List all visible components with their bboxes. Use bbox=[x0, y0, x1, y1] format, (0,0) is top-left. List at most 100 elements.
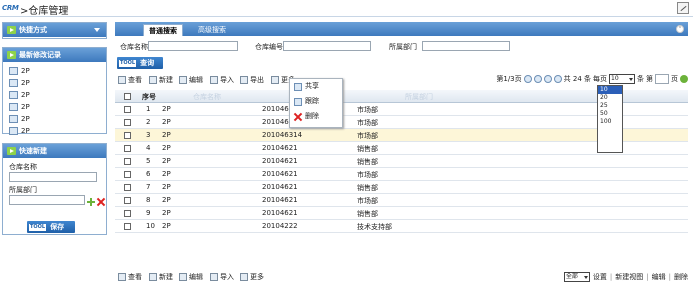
edit-view-link[interactable]: 编辑 bbox=[652, 272, 666, 282]
bottom-edit-button[interactable]: 编辑 bbox=[179, 272, 203, 282]
row-checkbox[interactable] bbox=[124, 145, 131, 152]
row-name[interactable]: 2P bbox=[162, 196, 171, 204]
separator: | bbox=[609, 273, 613, 281]
recent-item[interactable]: 2P bbox=[9, 65, 106, 77]
page-info: 第1/3页 bbox=[496, 75, 522, 83]
import-button[interactable]: 导入 bbox=[210, 75, 234, 85]
row-checkbox[interactable] bbox=[124, 171, 131, 178]
dept-input[interactable] bbox=[9, 195, 85, 205]
query-button[interactable]: TOOL 查询 bbox=[117, 57, 163, 69]
menu-item-track[interactable]: 跟踪 bbox=[290, 94, 342, 109]
bottom-import-button[interactable]: 导入 bbox=[210, 272, 234, 282]
search-dept-input[interactable] bbox=[422, 41, 510, 51]
row-name[interactable]: 2P bbox=[162, 118, 171, 126]
clear-icon[interactable] bbox=[97, 198, 105, 206]
table-row[interactable]: 5 2P 20104621 销售部 bbox=[115, 155, 688, 168]
per-page-option[interactable]: 10 bbox=[598, 86, 622, 94]
table-row[interactable]: 6 2P 20104621 市场部 bbox=[115, 168, 688, 181]
tab-advanced-search[interactable]: 高级搜索 bbox=[193, 24, 231, 36]
view-button[interactable]: 查看 bbox=[118, 75, 142, 85]
recent-item[interactable]: 2P bbox=[9, 113, 106, 125]
table-row[interactable]: 9 2P 20104621 销售部 bbox=[115, 207, 688, 220]
recent-item-label: 2P bbox=[21, 79, 30, 87]
bottom-more-button[interactable]: 更多 bbox=[240, 272, 264, 282]
prev-page-icon[interactable] bbox=[533, 75, 542, 83]
recent-item[interactable]: 2P bbox=[9, 77, 106, 89]
table-row[interactable]: 10 2P 20104222 技术支持部 bbox=[115, 220, 688, 233]
bottom-view-button[interactable]: 查看 bbox=[118, 272, 142, 282]
row-name[interactable]: 2P bbox=[162, 131, 171, 139]
header-index: 序号 bbox=[142, 93, 156, 101]
settings-link[interactable]: 设置 bbox=[593, 272, 607, 282]
row-dept: 市场部 bbox=[357, 197, 378, 205]
row-index: 9 bbox=[146, 209, 151, 217]
chevron-down-icon[interactable] bbox=[94, 28, 100, 32]
export-button[interactable]: 导出 bbox=[240, 75, 264, 85]
row-checkbox[interactable] bbox=[124, 106, 131, 113]
row-dept: 市场部 bbox=[357, 132, 378, 140]
save-button[interactable]: TOOL 保存 bbox=[27, 221, 75, 233]
add-icon[interactable] bbox=[87, 197, 95, 206]
search-code-input[interactable] bbox=[283, 41, 371, 51]
row-index: 5 bbox=[146, 157, 151, 165]
table-row[interactable]: 7 2P 20104621 销售部 bbox=[115, 181, 688, 194]
row-checkbox[interactable] bbox=[124, 210, 131, 217]
row-dept: 销售部 bbox=[357, 145, 378, 153]
collapse-icon[interactable]: ⌃ bbox=[676, 25, 684, 33]
per-page-unit: 条 bbox=[637, 75, 644, 83]
last-page-icon[interactable] bbox=[553, 75, 562, 83]
first-page-icon[interactable] bbox=[523, 75, 532, 83]
view-select[interactable]: 全部 bbox=[563, 272, 590, 282]
menu-item-delete[interactable]: 删除 bbox=[290, 109, 342, 124]
row-name[interactable]: 2P bbox=[162, 105, 171, 113]
goto-page-input[interactable] bbox=[655, 74, 669, 84]
bottom-more-label: 更多 bbox=[250, 273, 264, 281]
recent-item[interactable]: 2P bbox=[9, 125, 106, 137]
row-checkbox[interactable] bbox=[124, 132, 131, 139]
edit-icon[interactable] bbox=[677, 2, 689, 14]
go-icon[interactable] bbox=[680, 75, 688, 83]
record-icon bbox=[9, 115, 18, 123]
select-all-checkbox[interactable] bbox=[124, 93, 131, 100]
tool-badge: TOOL bbox=[29, 223, 47, 231]
row-name[interactable]: 2P bbox=[162, 157, 171, 165]
search-name-input[interactable] bbox=[148, 41, 238, 51]
header-dept[interactable]: 所属部门 bbox=[405, 92, 433, 102]
goto-label: 第 bbox=[646, 75, 653, 83]
per-page-option[interactable]: 20 bbox=[598, 94, 622, 102]
per-page-option[interactable]: 25 bbox=[598, 102, 622, 110]
new-button[interactable]: 新建 bbox=[149, 75, 173, 85]
recent-item[interactable]: 2P bbox=[9, 89, 106, 101]
edit-button[interactable]: 编辑 bbox=[179, 75, 203, 85]
row-checkbox[interactable] bbox=[124, 197, 131, 204]
per-page-option[interactable]: 100 bbox=[598, 118, 622, 126]
tab-normal-search[interactable]: 普通搜索 bbox=[143, 24, 183, 36]
magnifier-icon bbox=[118, 273, 126, 281]
row-name[interactable]: 2P bbox=[162, 170, 171, 178]
recent-item[interactable]: 2P bbox=[9, 101, 106, 113]
row-checkbox[interactable] bbox=[124, 223, 131, 230]
row-checkbox[interactable] bbox=[124, 119, 131, 126]
bottom-new-button[interactable]: 新建 bbox=[149, 272, 173, 282]
next-page-icon[interactable] bbox=[543, 75, 552, 83]
import-icon bbox=[210, 273, 218, 281]
row-index: 7 bbox=[146, 183, 151, 191]
menu-item-share[interactable]: 共享 bbox=[290, 79, 342, 94]
delete-view-link[interactable]: 删除 bbox=[674, 272, 688, 282]
export-icon bbox=[240, 76, 248, 84]
warehouse-name-input[interactable] bbox=[9, 172, 97, 182]
per-page-select[interactable]: 10 bbox=[609, 74, 635, 84]
new-view-link[interactable]: 新建视图 bbox=[615, 272, 643, 282]
row-checkbox[interactable] bbox=[124, 184, 131, 191]
row-name[interactable]: 2P bbox=[162, 144, 171, 152]
row-name[interactable]: 2P bbox=[162, 183, 171, 191]
row-checkbox[interactable] bbox=[124, 158, 131, 165]
import-label: 导入 bbox=[220, 76, 234, 84]
per-page-option[interactable]: 50 bbox=[598, 110, 622, 118]
header-name[interactable]: 仓库名称 bbox=[193, 92, 221, 102]
row-name[interactable]: 2P bbox=[162, 222, 171, 230]
new-doc-icon bbox=[149, 273, 157, 281]
row-name[interactable]: 2P bbox=[162, 209, 171, 217]
shortcuts-header[interactable]: 快捷方式 bbox=[3, 23, 106, 37]
table-row[interactable]: 8 2P 20104621 市场部 bbox=[115, 194, 688, 207]
